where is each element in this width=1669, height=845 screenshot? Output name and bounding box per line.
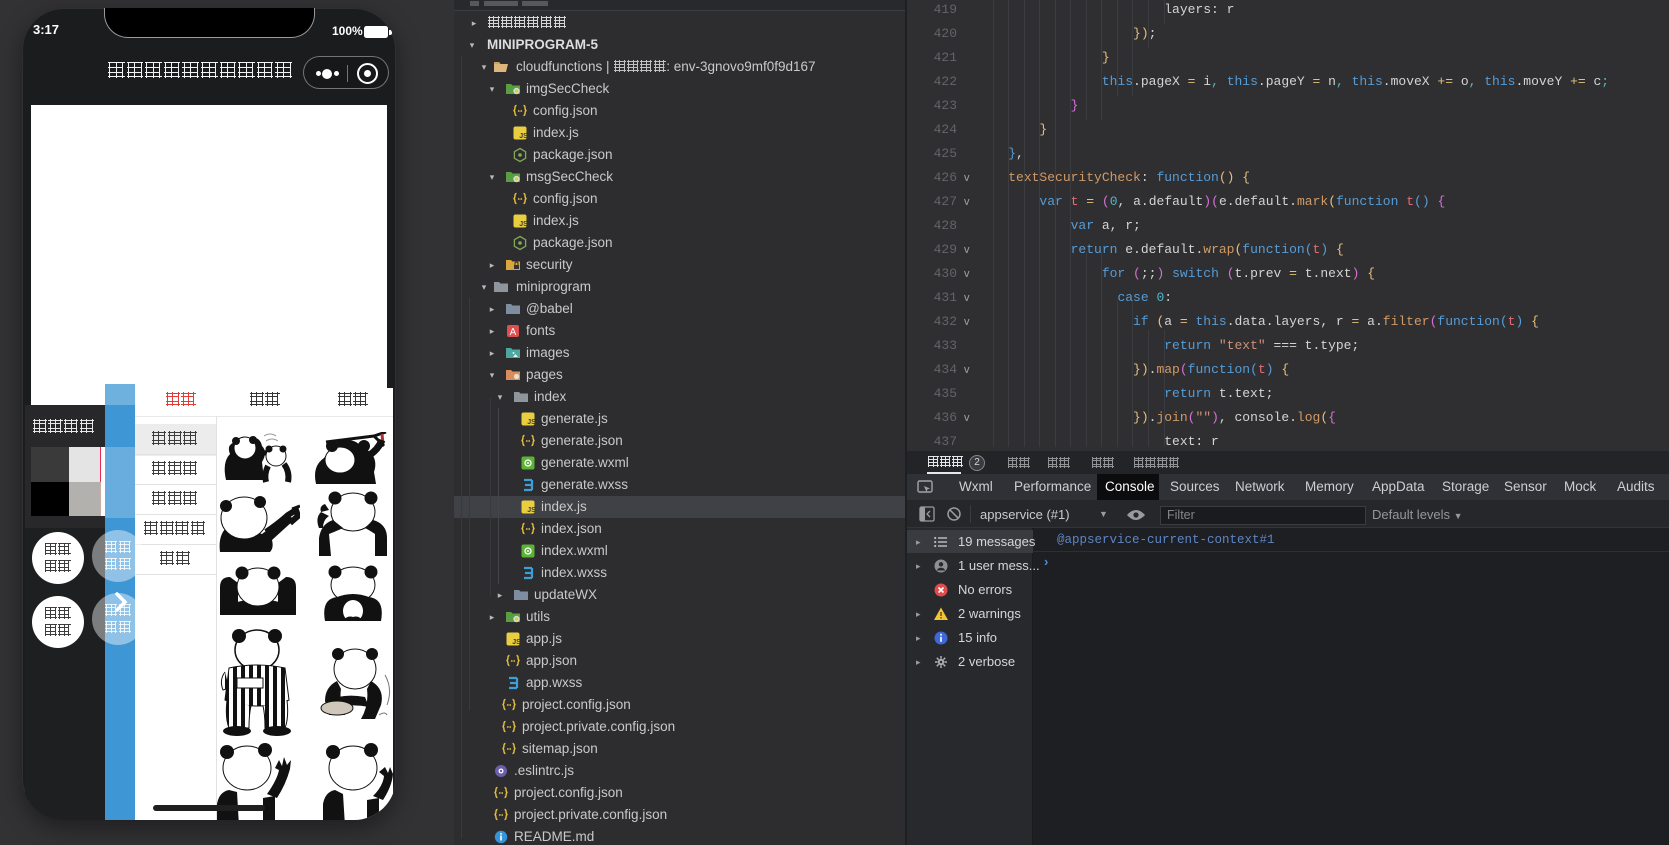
svg-text:JS: JS xyxy=(519,133,528,140)
svg-text:A: A xyxy=(510,327,517,338)
svg-text:JS: JS xyxy=(527,419,536,426)
svg-text:JS: JS xyxy=(527,507,536,514)
svg-text:JS: JS xyxy=(512,639,521,646)
svg-text:JS: JS xyxy=(519,221,528,228)
